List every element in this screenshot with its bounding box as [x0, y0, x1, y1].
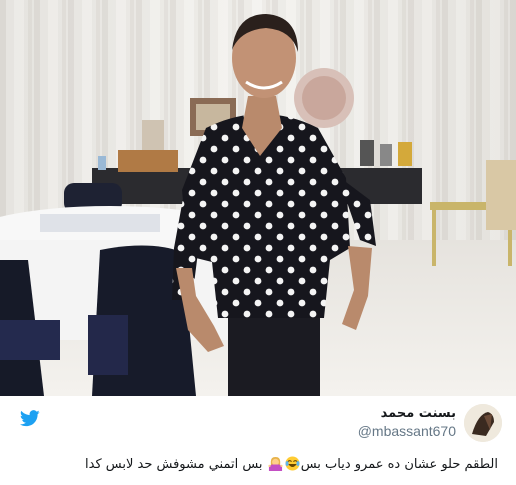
photo-illustration [0, 0, 516, 396]
display-name[interactable]: بسنت محمد [358, 405, 456, 422]
avatar-image [464, 404, 502, 442]
tweet-text-part1: الطقم حلو عشان ده عمرو دياب بس [300, 457, 498, 472]
tweet-footer: بسنت محمد @mbassant670 الطقم حلو عشان ده… [0, 396, 516, 485]
user-handle[interactable]: @mbassant670 [358, 422, 456, 440]
tweet-text-part2: بس اتمني مشوفش حد لابس كدا [85, 457, 263, 472]
author-block[interactable]: بسنت محمد @mbassant670 [358, 405, 456, 440]
tweet-card: بسنت محمد @mbassant670 الطقم حلو عشان ده… [0, 0, 516, 485]
tweet-text: الطقم حلو عشان ده عمرو دياب بس بس اتمني … [18, 456, 498, 474]
woman-shrugging-icon [268, 456, 283, 471]
tweet-photo[interactable] [0, 0, 516, 396]
twitter-bird-icon[interactable] [20, 410, 40, 427]
avatar[interactable] [464, 404, 502, 442]
face-with-tears-of-joy-icon [285, 456, 300, 471]
